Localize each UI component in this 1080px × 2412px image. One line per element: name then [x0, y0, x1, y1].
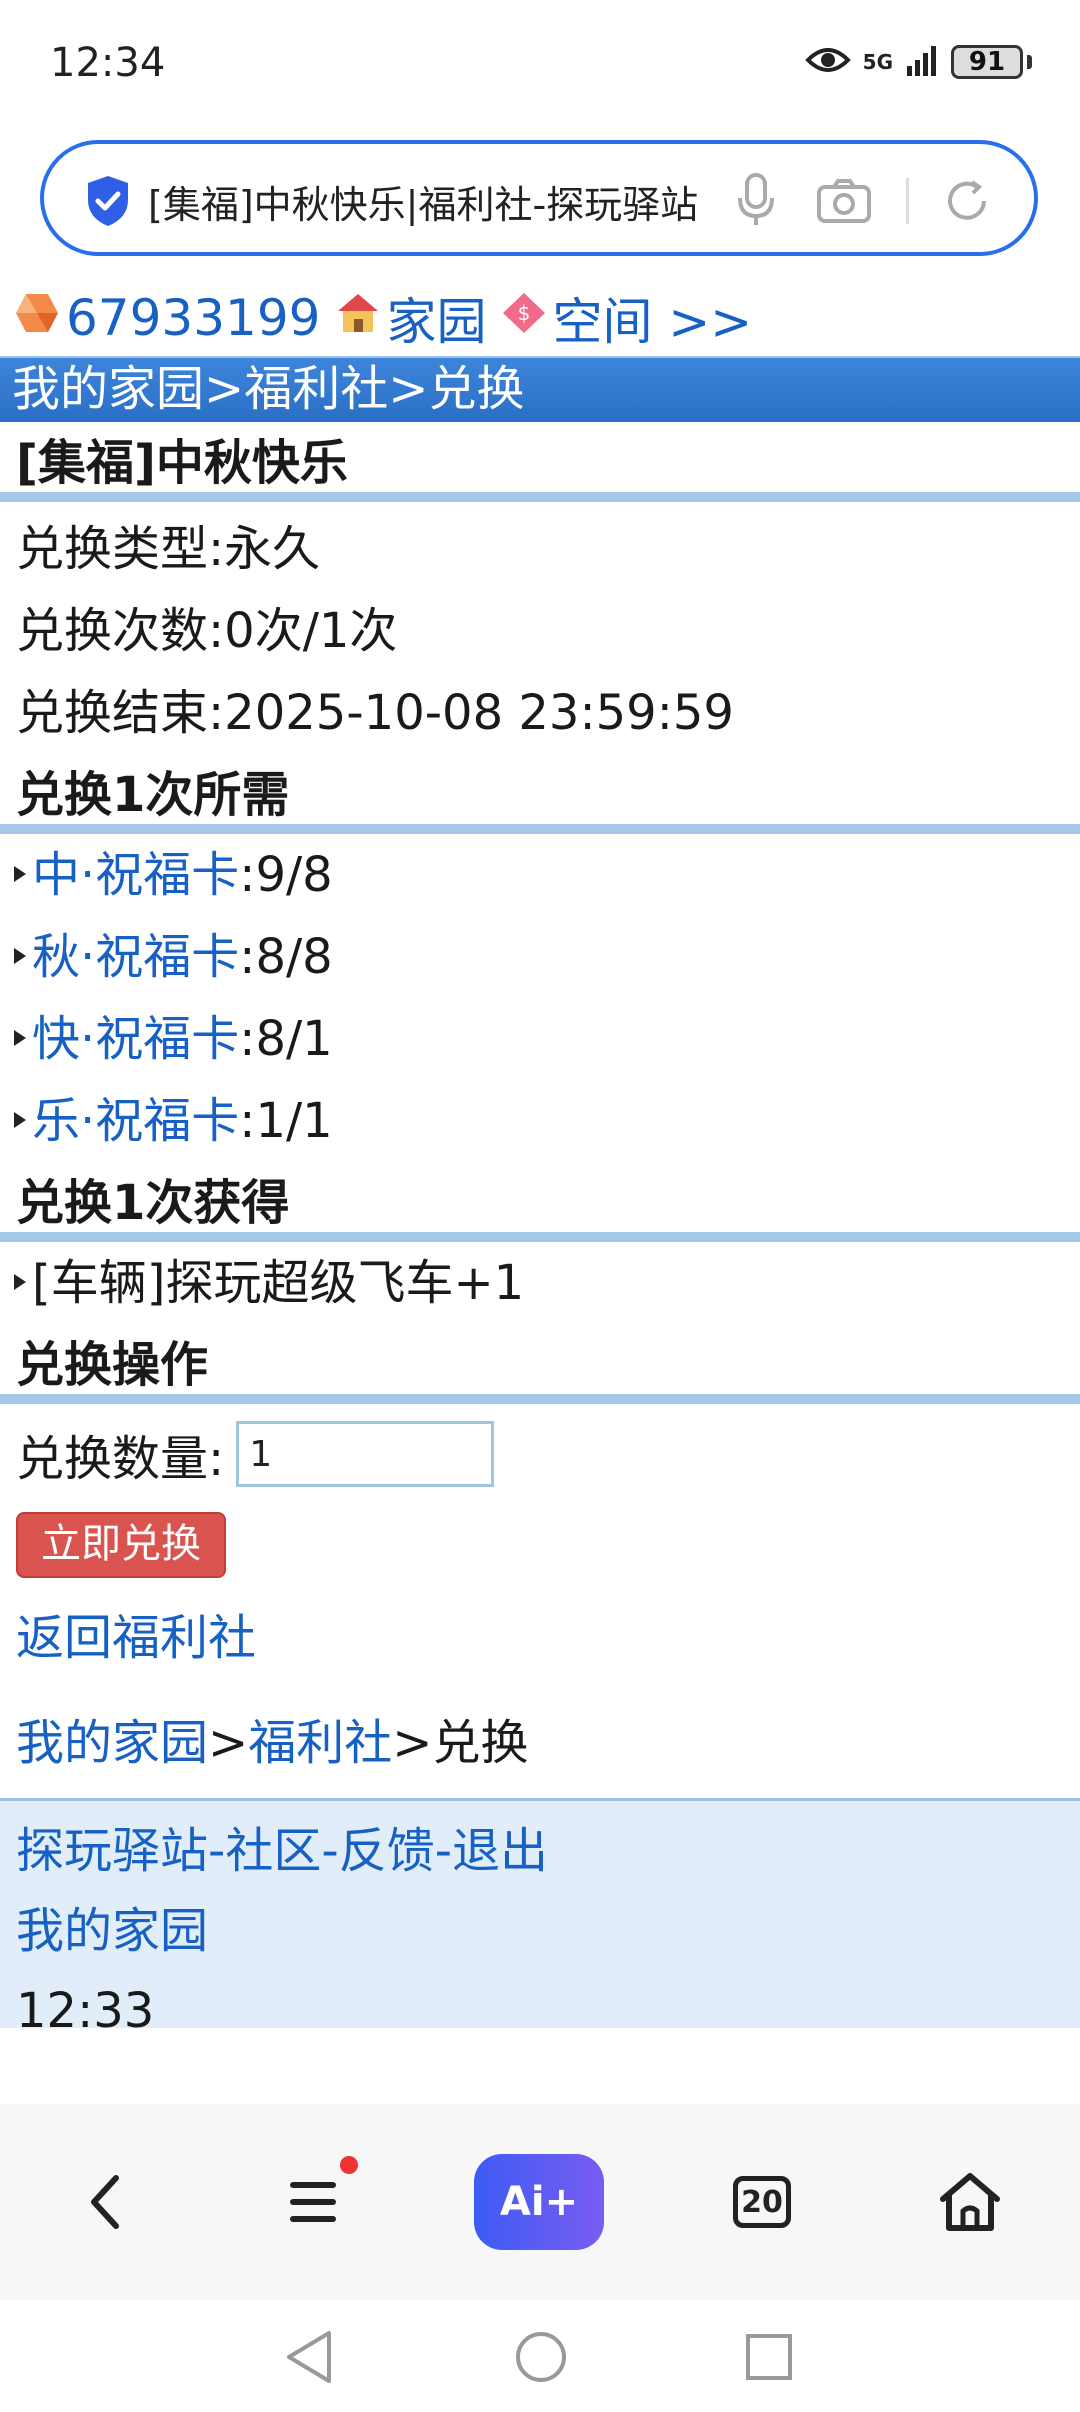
footer-separator: - [208, 1823, 226, 1879]
breadcrumb-bottom: 我的家园>福利社>兑换 [0, 1688, 1080, 1798]
footer-home-link[interactable]: 我的家园 [16, 1891, 1080, 1971]
status-bar: 12:34 5G 91 [0, 0, 1080, 135]
network-type: 5G [862, 50, 893, 74]
breadcrumb-separator: > [208, 1715, 249, 1771]
notification-dot [340, 2156, 358, 2174]
reward-text: [车辆]探玩超级飞车+1 [32, 1255, 525, 1311]
shield-icon [84, 174, 132, 232]
requirements-title: 兑换1次所需 [0, 754, 1080, 834]
breadcrumb-welfare-link[interactable]: 福利社 [248, 1715, 392, 1771]
exchange-count: 兑换次数:0次/1次 [16, 603, 398, 659]
card-link[interactable]: 中·祝福卡 [32, 847, 239, 903]
nav-home-icon[interactable] [506, 2322, 576, 2392]
breadcrumb-home-link[interactable]: 我的家园 [16, 1715, 208, 1771]
breadcrumb-separator: > [392, 1715, 433, 1771]
bullet-triangle-icon [14, 1112, 26, 1128]
rewards-title: 兑换1次获得 [0, 1162, 1080, 1242]
home-link[interactable]: 家园 [387, 282, 487, 354]
space-diamond-icon: $ [501, 289, 547, 347]
user-id-link[interactable]: 67933199 [66, 289, 321, 347]
url-text[interactable]: [集福]中秋快乐|福利社-探玩驿站 [148, 174, 718, 226]
footer-link-community[interactable]: 社区 [225, 1823, 321, 1879]
card-value: :8/1 [239, 1011, 333, 1067]
card-link[interactable]: 快·祝福卡 [32, 1011, 239, 1067]
footer-time: 12:33 [16, 1983, 155, 2028]
refresh-icon[interactable] [942, 176, 992, 230]
breadcrumb: 我的家园>福利社>兑换 [0, 356, 1080, 422]
battery-cap [1027, 55, 1032, 69]
house-icon [335, 289, 381, 347]
tabs-button[interactable]: 20 [712, 2152, 812, 2252]
eye-icon [804, 45, 851, 79]
browser-toolbar: Ai+ 20 [0, 2104, 1080, 2300]
list-item: 快·祝福卡:8/1 [0, 998, 1080, 1080]
card-value: :1/1 [239, 1093, 333, 1149]
bullet-triangle-icon [14, 1274, 26, 1290]
footer-separator: - [434, 1823, 453, 1879]
list-item: 乐·祝福卡:1/1 [0, 1080, 1080, 1162]
footer-links: 探玩驿站-社区-反馈-退出 [16, 1811, 1080, 1891]
address-bar[interactable]: [集福]中秋快乐|福利社-探玩驿站 [40, 140, 1038, 256]
card-value: :8/8 [239, 929, 333, 985]
item-title: [集福]中秋快乐 [0, 422, 1080, 502]
nav-back-icon[interactable] [274, 2322, 344, 2392]
quantity-label: 兑换数量: [16, 1431, 225, 1487]
card-link[interactable]: 乐·祝福卡 [32, 1093, 239, 1149]
quantity-input[interactable] [236, 1421, 495, 1487]
bullet-triangle-icon [14, 866, 26, 882]
home-icon[interactable] [920, 2152, 1020, 2252]
exchange-type: 兑换类型:永久 [16, 521, 321, 577]
battery-icon: 91 [951, 45, 1023, 79]
card-value: :9/8 [239, 847, 333, 903]
status-icons: 5G 91 [804, 44, 1032, 80]
tab-count: 20 [733, 2176, 791, 2228]
list-item: 中·祝福卡:9/8 [0, 834, 1080, 916]
back-link[interactable]: 返回福利社 [0, 1578, 1080, 1688]
space-link[interactable]: 空间 >> [553, 282, 753, 354]
footer-link-feedback[interactable]: 反馈 [339, 1823, 435, 1879]
quantity-row: 兑换数量: [0, 1404, 1080, 1504]
microphone-icon[interactable] [734, 172, 778, 232]
breadcrumb-current: 兑换 [432, 1715, 529, 1771]
svg-text:$: $ [517, 301, 530, 325]
page-footer: 探玩驿站-社区-反馈-退出 我的家园 12:33 [0, 1798, 1080, 2028]
back-icon[interactable] [56, 2152, 156, 2252]
bullet-triangle-icon [14, 948, 26, 964]
status-time: 12:34 [50, 40, 166, 86]
card-link[interactable]: 秋·祝福卡 [32, 929, 239, 985]
top-links: 67933199 家园 $ 空间 >> [0, 280, 1080, 356]
camera-icon[interactable] [816, 178, 872, 228]
hexagon-gem-icon [14, 289, 60, 347]
ai-assistant-button[interactable]: Ai+ [474, 2154, 604, 2250]
address-divider [906, 178, 909, 224]
footer-link-logout[interactable]: 退出 [452, 1823, 548, 1879]
footer-separator: - [321, 1823, 339, 1879]
page-content: 67933199 家园 $ 空间 >> 我的家园>福利社>兑换 [集福]中秋快乐… [0, 280, 1080, 2028]
system-nav-bar [0, 2300, 1080, 2412]
bullet-triangle-icon [14, 1030, 26, 1046]
operation-title: 兑换操作 [0, 1324, 1080, 1404]
footer-link-station[interactable]: 探玩驿站 [16, 1823, 208, 1879]
list-item: 秋·祝福卡:8/8 [0, 916, 1080, 998]
list-item: [车辆]探玩超级飞车+1 [0, 1242, 1080, 1324]
exchange-button[interactable]: 立即兑换 [16, 1512, 226, 1578]
exchange-end: 兑换结束:2025-10-08 23:59:59 [16, 685, 734, 741]
signal-icon [905, 44, 939, 80]
nav-recents-icon[interactable] [734, 2322, 804, 2392]
